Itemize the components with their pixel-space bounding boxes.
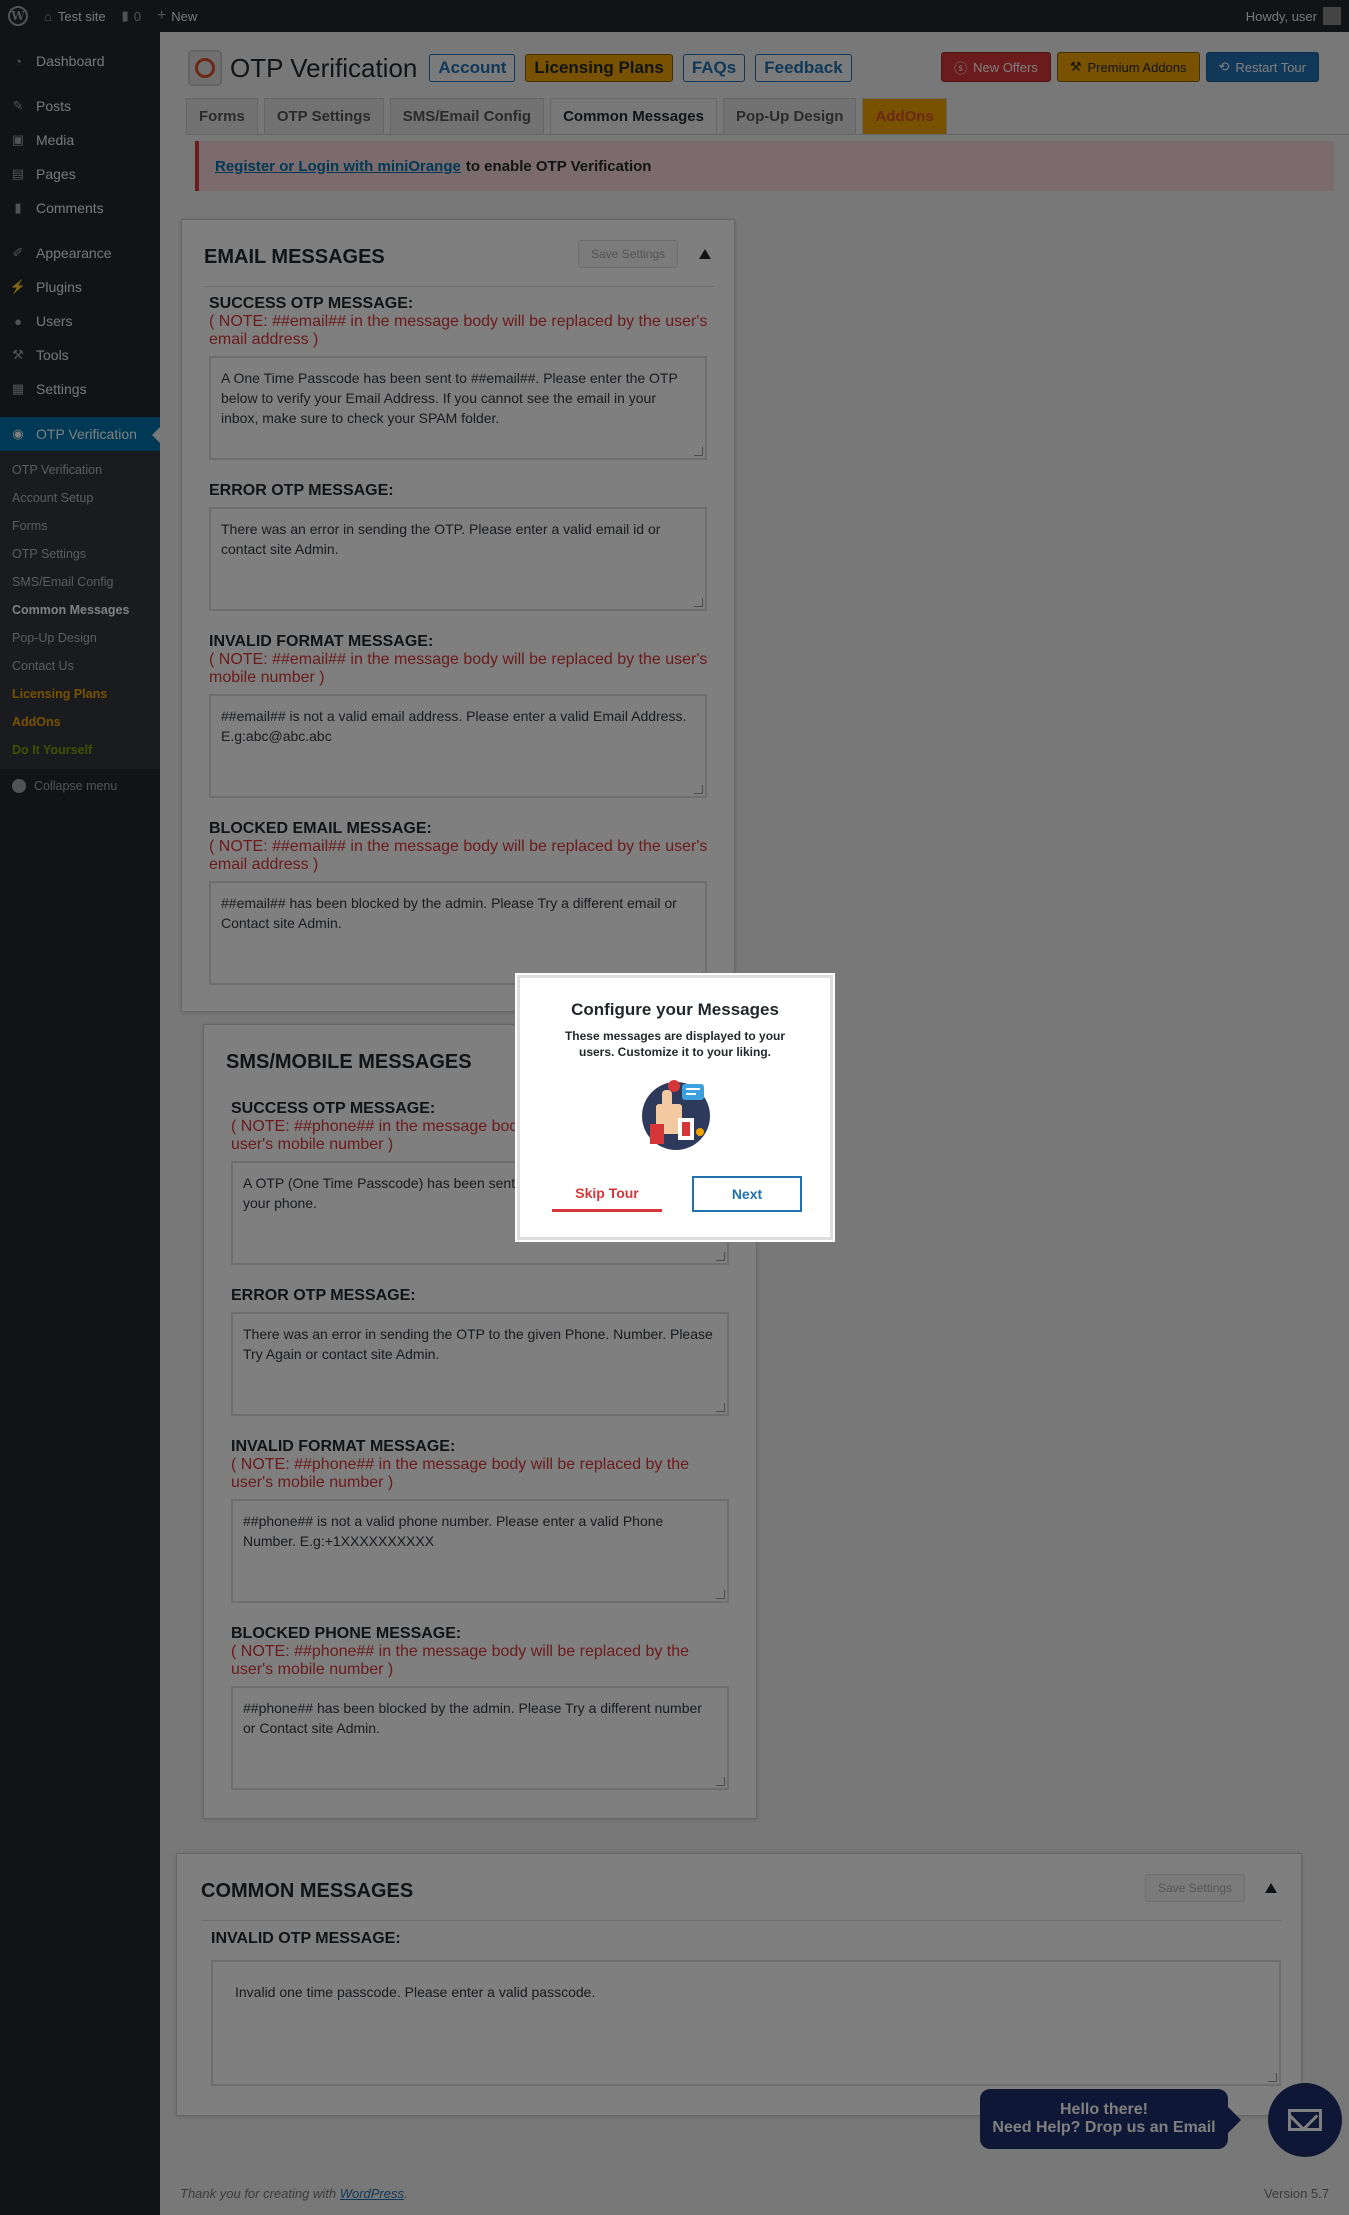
- next-button[interactable]: Next: [692, 1176, 802, 1212]
- tour-modal: Configure your Messages These messages a…: [515, 973, 835, 1242]
- skip-tour-button[interactable]: Skip Tour: [552, 1176, 662, 1212]
- tour-title: Configure your Messages: [571, 1000, 779, 1019]
- tour-description: These messages are displayed to your use…: [564, 1029, 786, 1059]
- thumbs-up-illustration-icon: [642, 1080, 710, 1150]
